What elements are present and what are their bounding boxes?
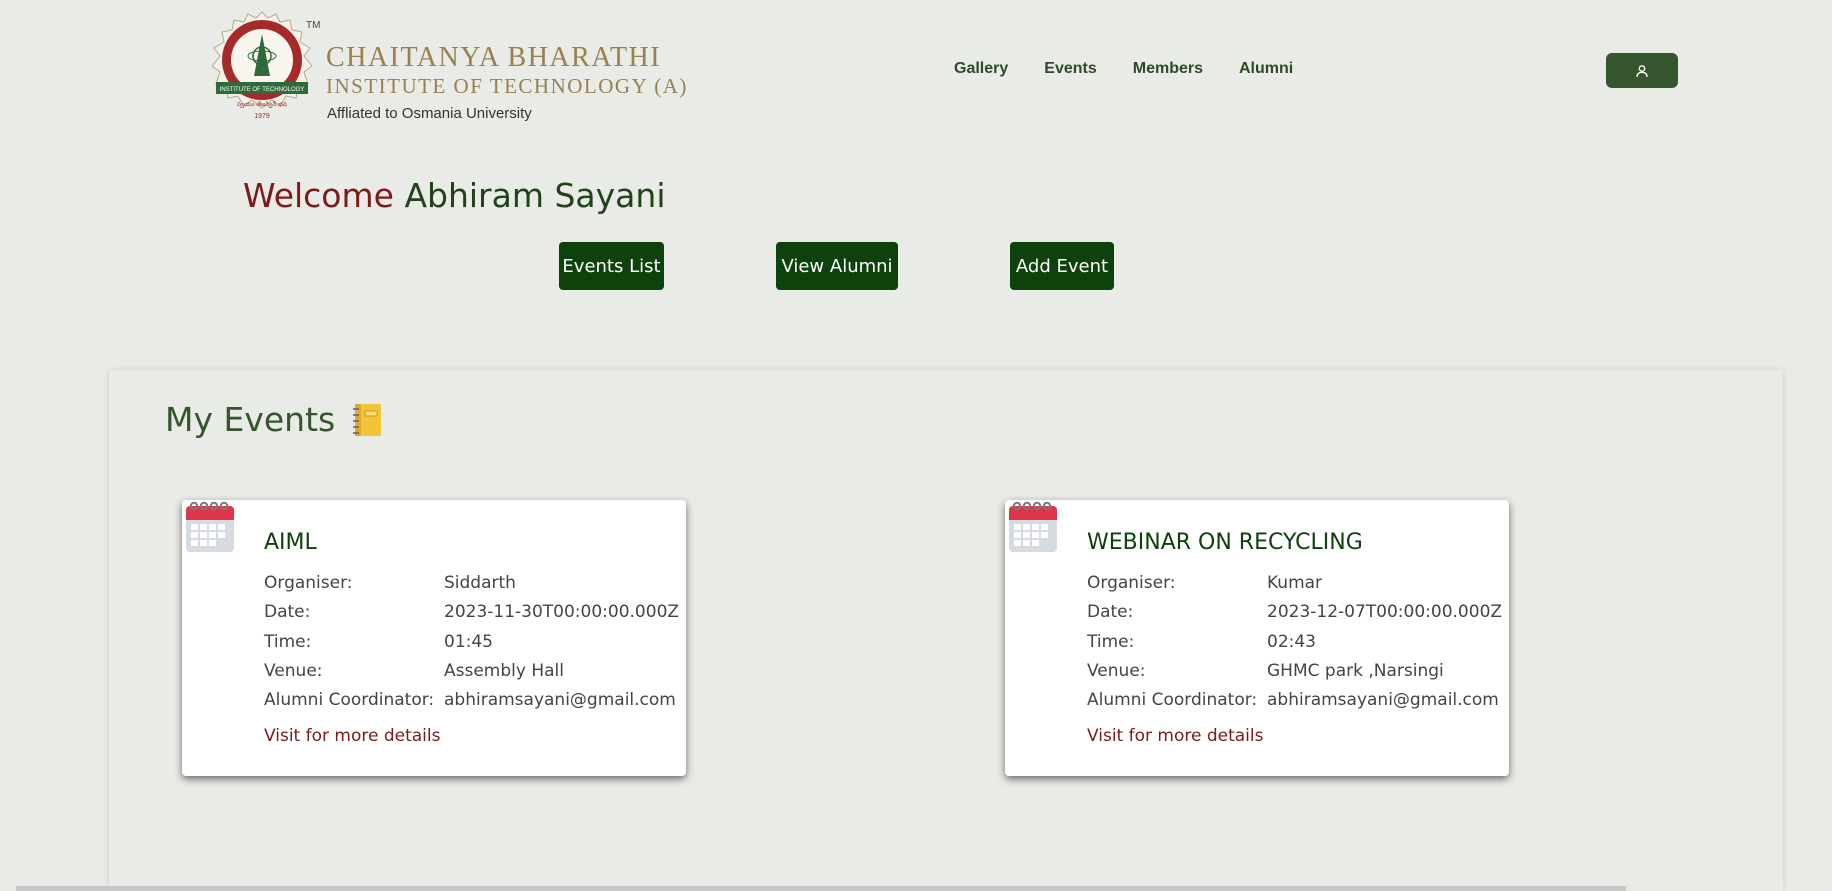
event-details-link[interactable]: Visit for more details [264, 726, 440, 746]
venue-value: Assembly Hall [444, 661, 564, 681]
nav-gallery[interactable]: Gallery [954, 60, 1008, 78]
welcome-heading: Welcome Abhiram Sayani [243, 176, 666, 215]
event-coordinator-row: Alumni Coordinator: abhiramsayani@gmail.c… [1087, 690, 1499, 710]
main-nav: Gallery Events Members Alumni [954, 60, 1293, 78]
organiser-value: Siddarth [444, 573, 516, 593]
my-events-title-text: My Events [165, 400, 336, 439]
coordinator-label: Alumni Coordinator: [264, 690, 435, 710]
venue-value: GHMC park ,Narsingi [1267, 661, 1444, 681]
event-organiser-row: Organiser: Siddarth [264, 573, 516, 593]
svg-text:INSTITUTE OF TECHNOLOGY: INSTITUTE OF TECHNOLOGY [220, 87, 305, 93]
calendar-icon [186, 501, 234, 552]
nav-alumni[interactable]: Alumni [1239, 60, 1293, 78]
user-profile-button[interactable] [1606, 53, 1678, 88]
logo-institute-name: INSTITUTE OF TECHNOLOGY (A) [326, 74, 688, 98]
trademark-mark: TM [306, 20, 321, 31]
venue-label: Venue: [1087, 661, 1146, 681]
my-events-title: My Events [165, 400, 383, 439]
venue-label: Venue: [264, 661, 323, 681]
college-logo[interactable]: INSTITUTE OF TECHNOLOGY స్వయం తేజస్విన్ … [210, 10, 686, 135]
event-time-row: Time: 01:45 [264, 632, 493, 652]
add-event-button[interactable]: Add Event [1010, 242, 1114, 290]
notebook-icon [353, 403, 382, 436]
time-label: Time: [264, 632, 312, 652]
date-value: 2023-12-07T00:00:00.000Z [1267, 602, 1503, 622]
college-seal-icon: INSTITUTE OF TECHNOLOGY స్వయం తేజస్విన్ … [211, 11, 313, 120]
coordinator-value: abhiramsayani@gmail.com [1267, 690, 1499, 710]
organiser-label: Organiser: [264, 573, 353, 593]
nav-members[interactable]: Members [1133, 60, 1203, 78]
coordinator-value: abhiramsayani@gmail.com [444, 690, 676, 710]
event-details-link[interactable]: Visit for more details [1087, 726, 1263, 746]
event-time-row: Time: 02:43 [1087, 632, 1316, 652]
logo-college-name: CHAITANYA BHARATHI [326, 42, 662, 73]
time-value: 02:43 [1267, 632, 1316, 652]
events-list-button[interactable]: Events List [559, 242, 664, 290]
time-value: 01:45 [444, 632, 493, 652]
event-title: WEBINAR ON RECYCLING [1087, 530, 1363, 555]
organiser-label: Organiser: [1087, 573, 1176, 593]
welcome-user-name: Abhiram Sayani [404, 176, 666, 215]
event-organiser-row: Organiser: Kumar [1087, 573, 1322, 593]
calendar-icon [1009, 501, 1057, 552]
event-card: WEBINAR ON RECYCLING Organiser: Kumar Dat… [1005, 500, 1509, 776]
logo-affiliation: Affliated to Osmania University [327, 105, 532, 122]
coordinator-label: Alumni Coordinator: [1087, 690, 1258, 710]
date-label: Date: [1087, 602, 1134, 622]
event-venue-row: Venue: GHMC park ,Narsingi [1087, 661, 1444, 681]
person-icon [1636, 64, 1648, 77]
svg-text:స్వయం తేజస్విన్ భవ: స్వయం తేజస్విన్ భవ [237, 100, 288, 109]
event-title: AIML [264, 530, 317, 555]
date-label: Date: [264, 602, 311, 622]
time-label: Time: [1087, 632, 1135, 652]
date-value: 2023-11-30T00:00:00.000Z [444, 602, 680, 622]
event-date-row: Date: 2023-11-30T00:00:00.000Z [264, 602, 679, 622]
event-venue-row: Venue: Assembly Hall [264, 661, 564, 681]
welcome-greeting: Welcome [243, 176, 394, 215]
svg-text:1979: 1979 [254, 113, 270, 120]
horizontal-scrollbar[interactable] [16, 886, 1626, 891]
my-events-panel: My Events AIML Organiser: Siddarth Date:… [109, 370, 1783, 891]
event-date-row: Date: 2023-12-07T00:00:00.000Z [1087, 602, 1502, 622]
nav-events[interactable]: Events [1044, 60, 1096, 78]
event-card: AIML Organiser: Siddarth Date: 2023-11-30T… [182, 500, 686, 776]
organiser-value: Kumar [1267, 573, 1323, 593]
event-coordinator-row: Alumni Coordinator: abhiramsayani@gmail.c… [264, 690, 676, 710]
view-alumni-button[interactable]: View Alumni [776, 242, 898, 290]
